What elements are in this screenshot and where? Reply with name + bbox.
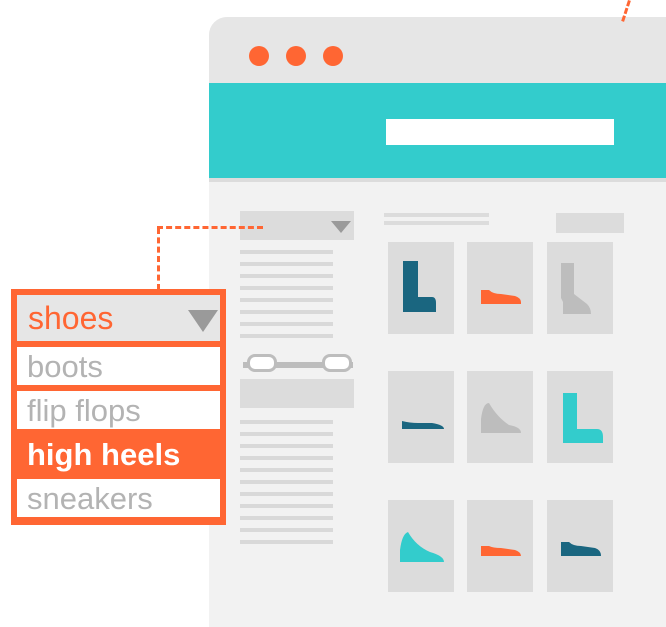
filter-line <box>240 322 333 326</box>
close-dot[interactable] <box>249 46 269 66</box>
header-divider <box>209 178 666 182</box>
sneaker-icon <box>481 290 521 304</box>
dropdown-option-flip-flops[interactable]: flip flops <box>17 391 220 429</box>
option-label: high heels <box>27 437 181 472</box>
high-heel-icon <box>481 403 521 433</box>
dropdown-option-high-heels[interactable]: high heels <box>17 435 220 473</box>
dropdown-option-boots[interactable]: boots <box>17 347 220 385</box>
title-bar <box>209 17 666 83</box>
results-heading-line <box>384 221 489 225</box>
results-heading-line <box>384 213 489 217</box>
callout-connector <box>157 226 263 229</box>
filter-line <box>240 516 333 520</box>
filter-line <box>240 480 333 484</box>
maximize-dot[interactable] <box>323 46 343 66</box>
option-label: boots <box>27 349 103 384</box>
flat-shoe-icon <box>402 421 444 429</box>
filter-line <box>240 504 333 508</box>
price-slider-handle-max[interactable] <box>322 354 352 372</box>
sneaker-shape <box>481 290 521 304</box>
high-heel-shape <box>481 403 521 433</box>
filter-line <box>240 540 333 544</box>
minimize-dot[interactable] <box>286 46 306 66</box>
boot-shape <box>403 261 436 312</box>
boot-shape <box>563 393 603 443</box>
boot-icon <box>403 261 436 312</box>
sidebar-filter-box[interactable] <box>240 379 354 408</box>
product-tile[interactable] <box>467 371 533 463</box>
filter-line <box>240 286 333 290</box>
product-tile[interactable] <box>388 371 454 463</box>
sneaker-icon <box>481 546 521 556</box>
filter-line <box>240 492 333 496</box>
option-label: sneakers <box>27 481 153 516</box>
sneaker-icon <box>561 542 601 556</box>
product-tile[interactable] <box>467 500 533 592</box>
high-heel-icon <box>400 532 444 562</box>
boot-shape <box>561 263 591 314</box>
filter-line <box>240 420 333 424</box>
sneaker-shape <box>481 546 521 556</box>
search-bar[interactable] <box>386 119 614 145</box>
chevron-down-icon <box>331 221 351 233</box>
boot-icon <box>563 393 603 443</box>
filter-line <box>240 528 333 532</box>
price-slider-handle-min[interactable] <box>247 354 277 372</box>
filter-line <box>240 274 333 278</box>
category-dropdown[interactable]: shoes boots flip flops high heels sneake… <box>11 289 226 525</box>
product-tile[interactable] <box>388 242 454 334</box>
filter-line <box>240 262 333 266</box>
callout-connector <box>157 228 160 290</box>
caret-down-icon <box>188 310 218 332</box>
filter-line <box>240 444 333 448</box>
filter-line <box>240 298 333 302</box>
product-tile[interactable] <box>467 242 533 334</box>
high-heel-shape <box>400 532 444 562</box>
filter-line <box>240 432 333 436</box>
dropdown-option-sneakers[interactable]: sneakers <box>17 479 220 517</box>
filter-line <box>240 250 333 254</box>
flat-shoe-shape <box>402 421 444 429</box>
dropdown-header[interactable]: shoes <box>17 295 220 341</box>
filter-line <box>240 310 333 314</box>
sort-button[interactable] <box>556 213 624 233</box>
product-tile[interactable] <box>388 500 454 592</box>
filter-line <box>240 334 333 338</box>
option-label: flip flops <box>27 393 141 428</box>
filter-line <box>240 456 333 460</box>
product-tile[interactable] <box>547 371 613 463</box>
filter-line <box>240 468 333 472</box>
dropdown-selected-value: shoes <box>28 300 114 336</box>
boot-icon <box>561 263 591 314</box>
product-tile[interactable] <box>547 242 613 334</box>
sneaker-shape <box>561 542 601 556</box>
product-tile[interactable] <box>547 500 613 592</box>
